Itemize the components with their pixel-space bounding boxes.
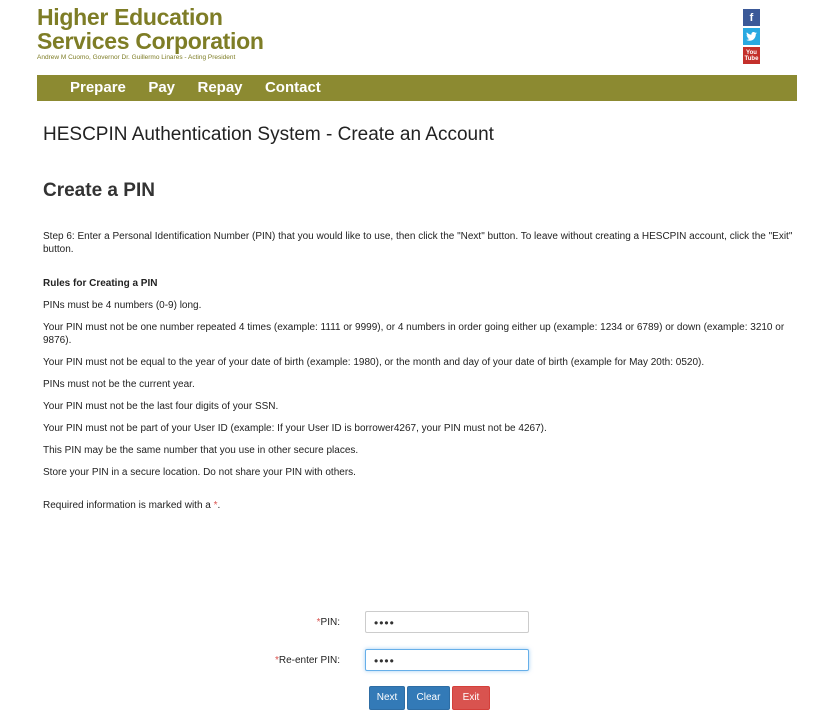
reenter-pin-input[interactable]: •••• bbox=[365, 649, 529, 671]
rule-item: PINs must not be the current year. bbox=[43, 379, 195, 390]
twitter-icon[interactable] bbox=[743, 28, 760, 45]
pin-label-text: PIN: bbox=[320, 617, 340, 628]
pin-label: *PIN: bbox=[317, 617, 340, 628]
youtube-icon[interactable]: You Tube bbox=[743, 47, 760, 64]
clear-button[interactable]: Clear bbox=[407, 686, 450, 710]
nav-repay[interactable]: Repay bbox=[197, 75, 242, 101]
rule-item: Store your PIN in a secure location. Do … bbox=[43, 467, 356, 478]
nav-prepare[interactable]: Prepare bbox=[70, 75, 126, 101]
rule-item: Your PIN must not be one number repeated… bbox=[43, 322, 785, 346]
reenter-pin-row: *Re-enter PIN: bbox=[200, 650, 340, 674]
rule-item: This PIN may be the same number that you… bbox=[43, 445, 359, 456]
rule-item: Your PIN must not be part of your User I… bbox=[43, 423, 547, 434]
logo-subtitle: Andrew M Cuomo, Governor Dr. Guillermo L… bbox=[37, 54, 236, 61]
logo-line-2: Services Corporation bbox=[37, 28, 264, 54]
rules-heading: Rules for Creating a PIN bbox=[43, 278, 158, 289]
nav-contact[interactable]: Contact bbox=[265, 75, 321, 101]
logo-line-1: Higher Education bbox=[37, 4, 223, 30]
youtube-tube: Tube bbox=[744, 55, 759, 62]
rule-item: Your PIN must not be the last four digit… bbox=[43, 401, 279, 412]
rule-item: Your PIN must not be equal to the year o… bbox=[43, 357, 705, 368]
reenter-pin-label-text: Re-enter PIN: bbox=[278, 655, 340, 666]
hesc-logo[interactable]: Higher Education Services Corporation An… bbox=[37, 5, 797, 61]
required-text: Required information is marked with a bbox=[43, 500, 211, 511]
nav-pay[interactable]: Pay bbox=[148, 75, 175, 101]
page-title: HESCPIN Authentication System - Create a… bbox=[43, 124, 494, 145]
required-note: Required information is marked with a *. bbox=[43, 499, 798, 512]
main-nav: Prepare Pay Repay Contact bbox=[37, 75, 797, 101]
reenter-pin-label: *Re-enter PIN: bbox=[275, 655, 340, 666]
exit-button[interactable]: Exit bbox=[452, 686, 490, 710]
required-end: . bbox=[217, 500, 221, 511]
pin-input[interactable]: •••• bbox=[365, 611, 529, 633]
social-links: f You Tube bbox=[743, 9, 760, 66]
instructions: Step 6: Enter a Personal Identification … bbox=[43, 230, 798, 512]
step-text: Step 6: Enter a Personal Identification … bbox=[43, 231, 793, 255]
site-header: Higher Education Services Corporation An… bbox=[37, 5, 797, 65]
rule-item: PINs must be 4 numbers (0-9) long. bbox=[43, 300, 202, 311]
next-button[interactable]: Next bbox=[369, 686, 405, 710]
section-title: Create a PIN bbox=[43, 180, 155, 201]
twitter-bird-icon bbox=[746, 32, 757, 41]
facebook-icon[interactable]: f bbox=[743, 9, 760, 26]
pin-row: *PIN: bbox=[200, 612, 340, 636]
